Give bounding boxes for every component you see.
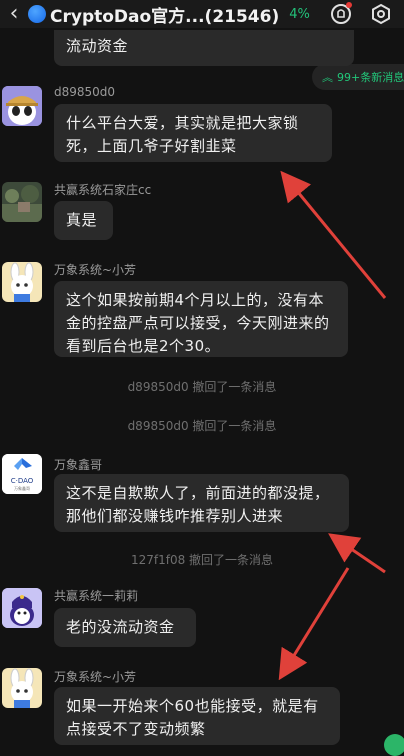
sender-name[interactable]: 万象鑫哥 [54,456,102,473]
message-bubble[interactable]: 这个如果按前期4个月以上的，没有本金的控盘严点可以接受，今天刚进来的看到后台也是… [54,281,348,357]
message-bubble[interactable]: 如果一开始来个60也能接受，就是有点接受不了变动频繁 [54,687,340,745]
new-messages-label: 99+条新消息 [337,71,404,84]
message-text: 如果一开始来个60也能接受，就是有点接受不了变动频繁 [66,697,319,738]
back-icon[interactable]: ‹ [0,0,28,28]
floating-indicator[interactable] [384,734,404,756]
cdao-logo-subtext: 万象鑫哥 [14,485,30,491]
cdao-logo-icon: C·DAO 万象鑫哥 [2,454,42,494]
sender-name[interactable]: 万象系统~小芳 [54,261,136,278]
message-text: 什么平台大爱，其实就是把大家锁死，上面几爷子好割韭菜 [66,114,299,155]
message-text: 真是 [66,211,98,229]
message-text: 老的没流动资金 [66,618,175,636]
chevron-up-icon: ︽ [322,71,333,84]
penguin-avatar-icon [2,588,42,628]
arrow-3 [278,567,350,681]
message-text: 这不是自欺欺人了，前面进的都没提，那他们都没赚钱咋推荐别人进来 [66,484,330,525]
status-percent: 4% [289,6,310,22]
rabbit-avatar-icon [2,262,42,302]
message-text: 流动资金 [66,37,129,55]
avatar[interactable] [2,262,42,302]
message-bubble[interactable]: 什么平台大爱，其实就是把大家锁死，上面几爷子好割韭菜 [54,104,332,162]
settings-gear-icon[interactable] [370,3,392,25]
message-bubble[interactable]: 流动资金 [54,30,354,66]
avatar[interactable] [2,182,42,222]
message-bubble[interactable]: 老的没流动资金 [54,608,196,647]
rabbit-avatar-icon [2,668,42,708]
avatar[interactable] [2,86,42,126]
scenery-avatar-icon [2,182,42,222]
sender-name[interactable]: 共赢系统石家庄cc [54,181,151,198]
avatar[interactable] [2,668,42,708]
sender-name[interactable]: d89850d0 [54,85,115,99]
message-bubble[interactable]: 这不是自欺欺人了，前面进的都没提，那他们都没赚钱咋推荐别人进来 [54,474,349,532]
group-avatar-icon [28,5,46,23]
notification-badge [346,2,352,8]
panda-avatar-icon [2,86,42,126]
message-text: 这个如果按前期4个月以上的，没有本金的控盘严点可以接受，今天刚进来的看到后台也是… [66,291,330,355]
system-notice: 127f1f08 撤回了一条消息 [130,553,274,567]
message-bubble[interactable]: 真是 [54,201,113,240]
chat-title[interactable]: CryptoDao官方...(21546) [50,2,279,27]
sender-name[interactable]: 万象系统~小芳 [54,668,136,685]
avatar[interactable] [2,588,42,628]
sender-name[interactable]: 共赢系统一莉莉 [54,587,138,604]
system-notice: d89850d0 撤回了一条消息 [127,380,277,394]
new-messages-pill[interactable]: ︽ 99+条新消息 [312,64,404,90]
system-notice: d89850d0 撤回了一条消息 [127,419,277,433]
avatar[interactable]: C·DAO 万象鑫哥 [2,454,42,494]
cdao-logo-text: C·DAO [11,477,34,485]
